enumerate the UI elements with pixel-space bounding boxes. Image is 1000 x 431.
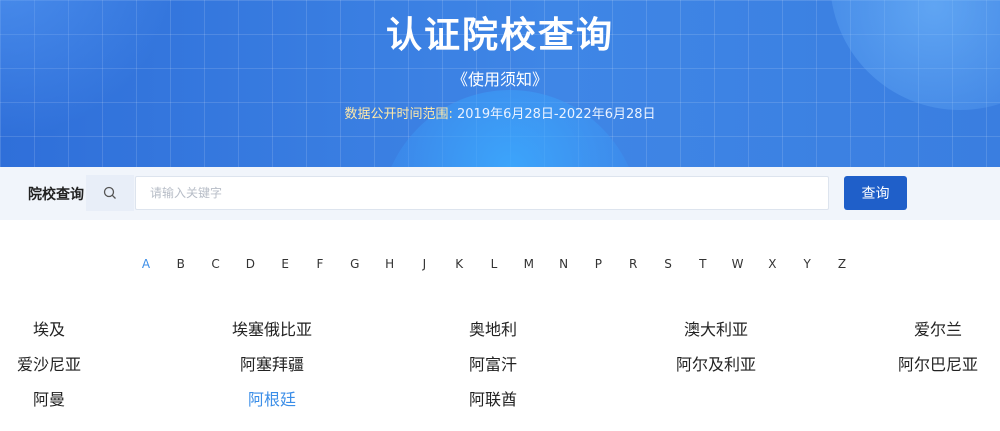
alphabet-filter: A B CD E F G HJ K L M NP R S T WX Y Z <box>0 257 1000 273</box>
letter-filter-f[interactable]: F <box>310 257 330 271</box>
country-item[interactable]: 埃塞俄比亚 <box>192 316 352 340</box>
search-icon <box>86 175 134 211</box>
data-range-value: 2019年6月28日-2022年6月28日 <box>457 107 656 122</box>
letter-filter-k[interactable]: K <box>449 257 469 271</box>
country-item[interactable]: 阿富汗 <box>413 351 573 375</box>
letter-filter-n[interactable]: N <box>554 257 574 271</box>
usage-notice-link[interactable]: 《使用须知》 <box>0 66 1000 90</box>
letter-filter-r[interactable]: R <box>623 257 643 271</box>
letter-filter-j[interactable]: J <box>414 257 434 271</box>
letter-filter-h[interactable]: H <box>380 257 400 271</box>
letter-filter-t[interactable]: T <box>693 257 713 271</box>
letter-filter-c[interactable]: C <box>206 257 226 271</box>
data-range-label: 数据公开时间范围: <box>344 107 453 122</box>
letter-filter-d[interactable]: D <box>240 257 260 271</box>
search-bar: 院校查询 查询 <box>0 167 1000 220</box>
letter-filter-y[interactable]: Y <box>797 257 817 271</box>
search-input[interactable] <box>135 176 829 210</box>
letter-filter-e[interactable]: E <box>275 257 295 271</box>
country-item[interactable]: 阿尔及利亚 <box>636 351 796 375</box>
country-item[interactable]: 埃及 <box>0 316 129 340</box>
letter-filter-s[interactable]: S <box>658 257 678 271</box>
country-item[interactable]: 澳大利亚 <box>636 316 796 340</box>
letter-filter-b[interactable]: B <box>171 257 191 271</box>
letter-filter-a[interactable]: A <box>136 257 156 271</box>
search-label: 院校查询 <box>28 187 84 203</box>
letter-filter-x[interactable]: X <box>762 257 782 271</box>
data-range: 数据公开时间范围: 2019年6月28日-2022年6月28日 <box>0 103 1000 122</box>
letter-filter-g[interactable]: G <box>345 257 365 271</box>
letter-filter-p[interactable]: P <box>588 257 608 271</box>
country-item[interactable]: 爱尔兰 <box>858 316 1000 340</box>
letter-filter-l[interactable]: L <box>484 257 504 271</box>
search-button[interactable]: 查询 <box>844 176 907 210</box>
country-item[interactable]: 阿联酋 <box>413 386 573 410</box>
page-title: 认证院校查询 <box>385 15 614 56</box>
letter-filter-z[interactable]: Z <box>832 257 852 271</box>
header-banner: 认证院校查询 《使用须知》 数据公开时间范围: 2019年6月28日-2022年… <box>0 0 1000 167</box>
country-item[interactable]: 阿塞拜疆 <box>192 351 352 375</box>
country-item[interactable]: 阿曼 <box>0 386 129 410</box>
country-item[interactable]: 阿根廷 <box>192 386 352 410</box>
country-item[interactable]: 奥地利 <box>413 316 573 340</box>
country-item[interactable]: 阿尔巴尼亚 <box>858 351 1000 375</box>
letter-filter-w[interactable]: W <box>728 257 748 271</box>
country-item[interactable]: 爱沙尼亚 <box>0 351 129 375</box>
letter-filter-m[interactable]: M <box>519 257 539 271</box>
